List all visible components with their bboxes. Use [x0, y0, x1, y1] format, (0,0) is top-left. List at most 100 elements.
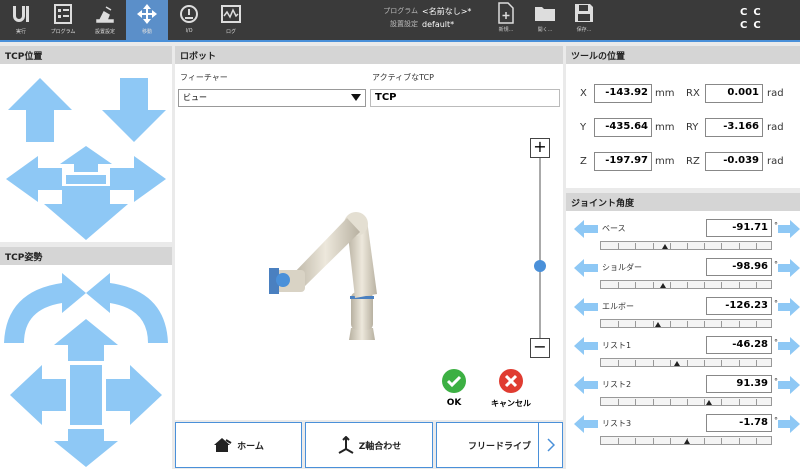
active-tcp-label: アクティブなTCP	[372, 73, 434, 82]
tcp-position-panel: TCP位置	[0, 46, 172, 242]
pose-rotation-unit: rad	[767, 88, 784, 99]
joint-slider[interactable]	[600, 280, 772, 289]
pose-axis-label: Y	[580, 122, 587, 133]
folder-icon	[535, 7, 555, 21]
joint-decrease-arrow[interactable]	[574, 336, 598, 356]
zoom-thumb[interactable]	[534, 260, 546, 272]
tcp-orientation-arrows	[4, 273, 168, 467]
chevron-right-icon[interactable]	[538, 423, 562, 467]
robot-title: ロボット	[175, 46, 563, 64]
move-up-arrow[interactable]	[8, 78, 72, 142]
ok-button[interactable]: OK	[439, 368, 469, 408]
pose-axis-label: Z	[580, 156, 587, 167]
move-forward-arrow[interactable]	[60, 146, 112, 172]
tool-position-panel: ツールの位置 X -143.92 mm RX 0.001 rad Y -435.64 mm RY -…	[566, 46, 800, 188]
joint-increase-arrow[interactable]	[778, 297, 800, 317]
robot-panel: ロボット フィーチャー ビュー アクティブなTCP TCP + − OK キャン…	[175, 46, 563, 420]
new-button[interactable]: 新規...	[488, 2, 524, 38]
zoom-out-button[interactable]: −	[530, 338, 550, 358]
nav-run-label: 実行	[15, 29, 26, 35]
pose-value-field[interactable]: -143.92	[594, 84, 652, 103]
pose-rotation-unit: rad	[767, 156, 784, 167]
tcp-point[interactable]	[276, 273, 290, 287]
joint-decrease-arrow[interactable]	[574, 375, 598, 395]
pose-rotation-field[interactable]: -0.039	[705, 152, 763, 171]
joint-label: エルボー	[602, 302, 634, 311]
joint-value-field[interactable]: 91.39	[706, 375, 772, 393]
joint-value-field[interactable]: -1.78	[706, 414, 772, 432]
joint-slider[interactable]	[600, 319, 772, 328]
move-backward-arrow[interactable]	[44, 186, 128, 240]
tcp-orientation-title: TCP姿勢	[0, 247, 172, 265]
topbar-accent	[0, 40, 800, 42]
chevron-down-icon	[351, 94, 361, 101]
pose-rotation-field[interactable]: 0.001	[705, 84, 763, 103]
save-button[interactable]: 保存...	[566, 2, 602, 38]
open-button[interactable]: 開く...	[527, 2, 563, 38]
joint-slider[interactable]	[600, 241, 772, 250]
tilt-center-block	[70, 365, 102, 425]
move-down-arrow[interactable]	[102, 78, 166, 142]
joint-label: リスト1	[602, 341, 632, 350]
joint-increase-arrow[interactable]	[778, 219, 800, 239]
align-button[interactable]: Z軸合わせ	[305, 422, 433, 468]
joint-value-field[interactable]: -98.96	[706, 258, 772, 276]
cancel-button[interactable]: キャンセル	[481, 368, 541, 409]
pose-value-field[interactable]: -197.97	[594, 152, 652, 171]
joint-decrease-arrow[interactable]	[574, 297, 598, 317]
joint-slider[interactable]	[600, 436, 772, 445]
pose-unit: mm	[655, 156, 675, 167]
pose-unit: mm	[655, 122, 675, 133]
nav-move[interactable]: 移動	[126, 0, 168, 40]
tcp-position-arrows	[6, 78, 166, 240]
io-icon	[180, 5, 198, 23]
pose-rotation-field[interactable]: -3.166	[705, 118, 763, 137]
nav-program[interactable]: プログラム	[42, 0, 84, 40]
joint-decrease-arrow[interactable]	[574, 258, 598, 278]
joint-angles-panel: ジョイント角度 ベース -91.71 ° ショルダー -98.96 ° エルボー -126.2…	[566, 193, 800, 469]
save-icon	[575, 4, 593, 22]
tilt-right-arrow[interactable]	[106, 365, 162, 425]
joint-value-field[interactable]: -46.28	[706, 336, 772, 354]
joint-label: リスト3	[602, 419, 632, 428]
move-left-arrow[interactable]	[6, 156, 62, 202]
move-icon	[137, 4, 157, 24]
joint-label: リスト2	[602, 380, 632, 389]
move-right-arrow[interactable]	[110, 156, 166, 202]
joint-slider[interactable]	[600, 397, 772, 406]
joint-value-field[interactable]: -91.71	[706, 219, 772, 237]
joint-value-field[interactable]: -126.23	[706, 297, 772, 315]
new-label: 新規...	[498, 27, 514, 33]
nav-move-label: 移動	[141, 29, 152, 35]
robot-3d-view[interactable]	[255, 196, 455, 356]
nav-program-label: プログラム	[50, 29, 76, 35]
nav-io[interactable]: I/O	[168, 0, 210, 40]
tilt-down-arrow[interactable]	[54, 429, 118, 467]
nav-installation-label: 設置設定	[94, 29, 115, 35]
feature-select[interactable]: ビュー	[178, 89, 366, 107]
tilt-up-arrow[interactable]	[54, 319, 118, 361]
tcp-orientation-panel: TCP姿勢	[0, 247, 172, 469]
freedrive-button[interactable]: フリードライブ	[436, 422, 563, 468]
joint-increase-arrow[interactable]	[778, 414, 800, 434]
joint-decrease-arrow[interactable]	[574, 219, 598, 239]
zoom-in-button[interactable]: +	[530, 138, 550, 158]
feature-label: フィーチャー	[180, 73, 228, 82]
pose-rotation-label: RZ	[686, 156, 700, 167]
installation-icon	[96, 6, 114, 23]
home-button[interactable]: ホーム	[175, 422, 302, 468]
active-tcp-field[interactable]: TCP	[370, 89, 560, 107]
nav-installation[interactable]: 設置設定	[84, 0, 126, 40]
joint-decrease-arrow[interactable]	[574, 414, 598, 434]
pose-value-field[interactable]: -435.64	[594, 118, 652, 137]
nav-run[interactable]: 実行	[0, 0, 42, 40]
joint-slider[interactable]	[600, 358, 772, 367]
nav-log[interactable]: ログ	[210, 0, 252, 40]
pose-rotation-unit: rad	[767, 122, 784, 133]
tilt-left-arrow[interactable]	[10, 365, 66, 425]
joint-increase-arrow[interactable]	[778, 375, 800, 395]
joint-increase-arrow[interactable]	[778, 336, 800, 356]
joint-increase-arrow[interactable]	[778, 258, 800, 278]
tool-position-title: ツールの位置	[566, 46, 800, 64]
move-center-block	[66, 175, 106, 184]
